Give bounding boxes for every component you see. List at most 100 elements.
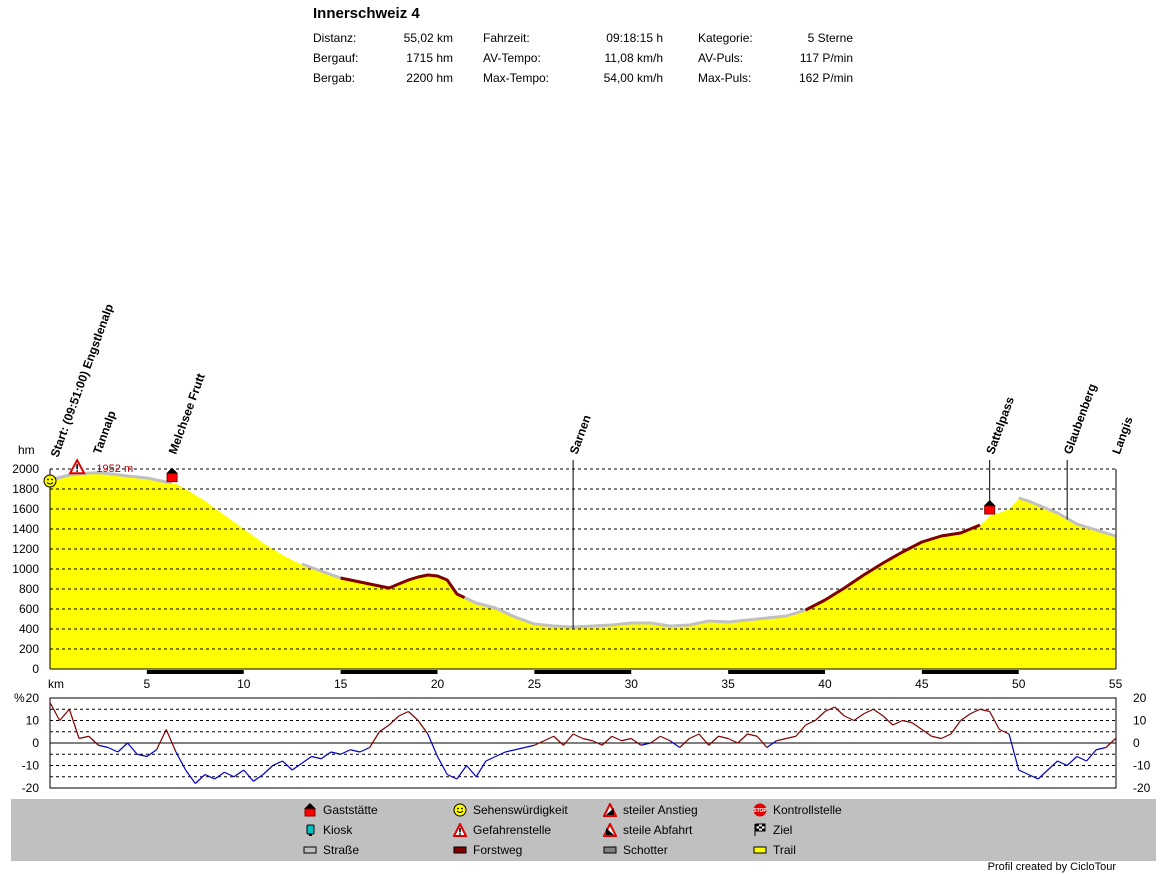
- gradient-y-tick-label: 10: [26, 714, 40, 728]
- gradient-line-segment: [359, 746, 370, 753]
- legend-label: Schotter: [623, 843, 668, 857]
- elevation-y-tick-label: 1400: [12, 522, 39, 536]
- x-tick-label: 20: [431, 677, 445, 691]
- km-scale-segment: [728, 670, 825, 674]
- gradient-line-segment: [350, 749, 361, 753]
- elevation-y-tick-label: 200: [19, 642, 39, 656]
- x-tick-label: 25: [528, 677, 542, 691]
- gradient-line-segment: [940, 733, 952, 740]
- gradient-line-segment: [698, 733, 710, 746]
- inn-body: [984, 505, 996, 515]
- gradient-line-segment: [388, 715, 400, 726]
- x-tick-label: 35: [721, 677, 735, 691]
- x-tick-label: 30: [625, 677, 639, 691]
- elevation-y-tick-label: 2000: [12, 462, 39, 476]
- smiley-eye: [47, 478, 49, 481]
- gradient-line-segment: [398, 710, 409, 717]
- km-scale-segment: [146, 670, 244, 674]
- gradient-line-segment: [689, 733, 700, 740]
- gradient-y-tick-label: -10: [22, 759, 40, 773]
- gradient-line-segment: [844, 715, 855, 722]
- gradient-right-tick-label: 0: [1133, 736, 1140, 750]
- gradient-line-segment: [1037, 769, 1049, 780]
- elevation-y-tick-label: 1600: [12, 502, 39, 516]
- gradient-line-segment: [756, 735, 768, 748]
- waypoint-label: Melchsee Frutt: [166, 372, 208, 456]
- gradient-line-segment: [369, 731, 380, 748]
- gradient-line-segment: [950, 720, 962, 735]
- elevation-y-tick-label: 600: [19, 602, 39, 616]
- inn-body: [166, 473, 178, 483]
- smiley-face: [43, 474, 57, 488]
- gradient-line-segment: [766, 740, 777, 748]
- steep-climb-icon: [602, 801, 618, 817]
- x-tick-label: 5: [144, 677, 151, 691]
- elevation-y-tick-label: 1800: [12, 482, 39, 496]
- gradient-line-segment: [272, 760, 283, 767]
- elevation-area: [50, 473, 1116, 669]
- gradient-line-segment: [737, 733, 748, 744]
- gradient-line-segment: [553, 735, 564, 746]
- gradient-line-segment: [863, 708, 874, 715]
- legend-label: Trail: [773, 843, 796, 857]
- gradient-line-segment: [379, 724, 390, 733]
- gradient-line-segment: [253, 774, 264, 782]
- km-scale-segment: [534, 670, 632, 674]
- waypoint-label: Glaubenberg: [1061, 382, 1099, 456]
- gradient-line-segment: [156, 729, 167, 751]
- gradient-line-segment: [718, 735, 729, 740]
- gradient-line-segment: [892, 719, 903, 726]
- gradient-right-tick-label: 10: [1133, 714, 1147, 728]
- gradient-line-segment: [853, 713, 865, 721]
- gradient-y-tick-label: 20: [26, 691, 40, 705]
- gradient-line-segment: [572, 733, 584, 740]
- gradient-line-segment: [1018, 769, 1029, 776]
- km-scale-segment: [340, 670, 438, 674]
- legend-label: Kiosk: [323, 823, 353, 837]
- gradient-line-segment: [49, 702, 61, 721]
- gradient-line-segment: [747, 733, 758, 737]
- gradient-line-segment: [660, 735, 671, 742]
- svg-text:STOP: STOP: [753, 808, 767, 814]
- gradient-line-segment: [650, 735, 661, 744]
- smiley-eye: [51, 478, 53, 481]
- gradient-line-segment: [911, 722, 923, 730]
- road-swatch-icon: [303, 843, 317, 857]
- km-scale-segment: [921, 670, 1019, 674]
- x-tick-label: 15: [334, 677, 348, 691]
- gradient-line-segment: [165, 729, 177, 753]
- gradient-line-segment: [107, 746, 119, 753]
- waypoint-label: Langis: [1109, 415, 1135, 456]
- gradient-line-segment: [1008, 733, 1020, 771]
- gradient-line-segment: [78, 735, 89, 740]
- gradient-line-segment: [98, 744, 109, 749]
- gradient-y-tick-label: 0: [32, 736, 39, 750]
- gradient-line-segment: [291, 762, 303, 771]
- gradient-line-segment: [1057, 760, 1068, 767]
- gradient-line-segment: [989, 711, 1000, 730]
- trail-swatch-icon: [753, 843, 767, 857]
- gradient-line-segment: [194, 774, 206, 784]
- gradient-line-segment: [669, 740, 681, 748]
- legend-label: steiler Anstieg: [623, 803, 698, 817]
- gradient-line-segment: [262, 765, 274, 775]
- gradient-line-segment: [1076, 755, 1087, 762]
- gradient-line-segment: [466, 765, 477, 778]
- gradient-line-segment: [543, 735, 554, 742]
- gradient-line-segment: [495, 751, 506, 758]
- gradient-y-axis-label: %: [14, 691, 25, 705]
- gradient-right-tick-label: 20: [1133, 691, 1147, 705]
- gradient-line-segment: [475, 760, 487, 778]
- gradient-line-segment: [524, 744, 535, 749]
- inn-icon: [303, 803, 317, 817]
- gradient-line-segment: [873, 708, 884, 717]
- smiley-icon: [43, 474, 57, 488]
- gradient-line-segment: [611, 735, 622, 742]
- gradient-line-segment: [795, 724, 807, 737]
- gravel-swatch-icon: [603, 843, 617, 857]
- x-tick-label: 10: [237, 677, 251, 691]
- legend-label: steile Abfahrt: [623, 823, 693, 837]
- waypoint-label: Tannalp: [90, 409, 119, 456]
- elevation-y-tick-label: 1000: [12, 562, 39, 576]
- elevation-y-tick-label: 0: [32, 662, 39, 676]
